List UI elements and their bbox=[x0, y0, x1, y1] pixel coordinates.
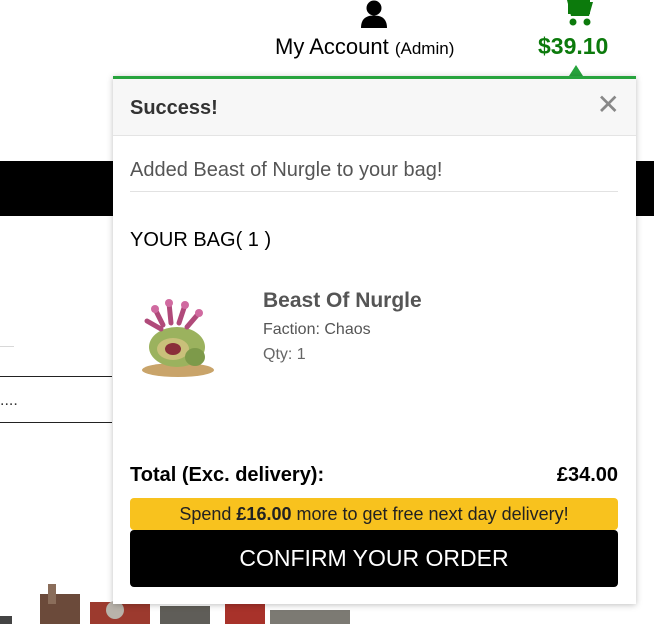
account-role: (Admin) bbox=[394, 39, 455, 58]
item-name[interactable]: Beast Of Nurgle bbox=[263, 289, 422, 313]
cart-total: $39.10 bbox=[538, 33, 609, 59]
promo-suffix: more to get free next day delivery! bbox=[291, 504, 569, 524]
total-value: £34.00 bbox=[556, 464, 618, 486]
shopping-cart-icon bbox=[561, 0, 593, 26]
truncated-text: .... bbox=[0, 392, 18, 409]
total-label: Total (Exc. delivery): bbox=[130, 464, 325, 486]
popover-title: Success! bbox=[130, 97, 218, 119]
promo-prefix: Spend bbox=[179, 504, 237, 524]
my-account-link[interactable]: My Account (Admin) bbox=[275, 0, 475, 70]
divider bbox=[0, 376, 112, 377]
user-icon bbox=[361, 0, 387, 28]
bag-title: YOUR BAG( 1 ) bbox=[130, 229, 272, 251]
cart-link[interactable]: $39.10 bbox=[532, 0, 622, 70]
success-message: Added Beast of Nurgle to your bag! bbox=[130, 159, 443, 181]
item-faction: Faction: Chaos bbox=[263, 321, 371, 338]
popover-arrow bbox=[569, 65, 583, 76]
account-label: My Account (Admin) bbox=[275, 34, 454, 60]
divider bbox=[0, 346, 14, 347]
divider bbox=[0, 422, 112, 423]
account-label-text: My Account bbox=[275, 34, 389, 59]
close-icon[interactable]: ✕ bbox=[597, 91, 620, 119]
promo-amount: £16.00 bbox=[236, 504, 292, 524]
miniature-figure-image[interactable] bbox=[133, 297, 223, 379]
confirm-order-button[interactable]: CONFIRM YOUR ORDER bbox=[130, 530, 618, 587]
free-delivery-banner: Spend £16.00 more to get free next day d… bbox=[130, 498, 618, 530]
popover-header: Success! ✕ bbox=[113, 79, 636, 136]
add-to-bag-popover: Success! ✕ Added Beast of Nurgle to your… bbox=[113, 76, 636, 604]
item-quantity: Qty: 1 bbox=[263, 346, 306, 363]
divider bbox=[130, 191, 618, 192]
